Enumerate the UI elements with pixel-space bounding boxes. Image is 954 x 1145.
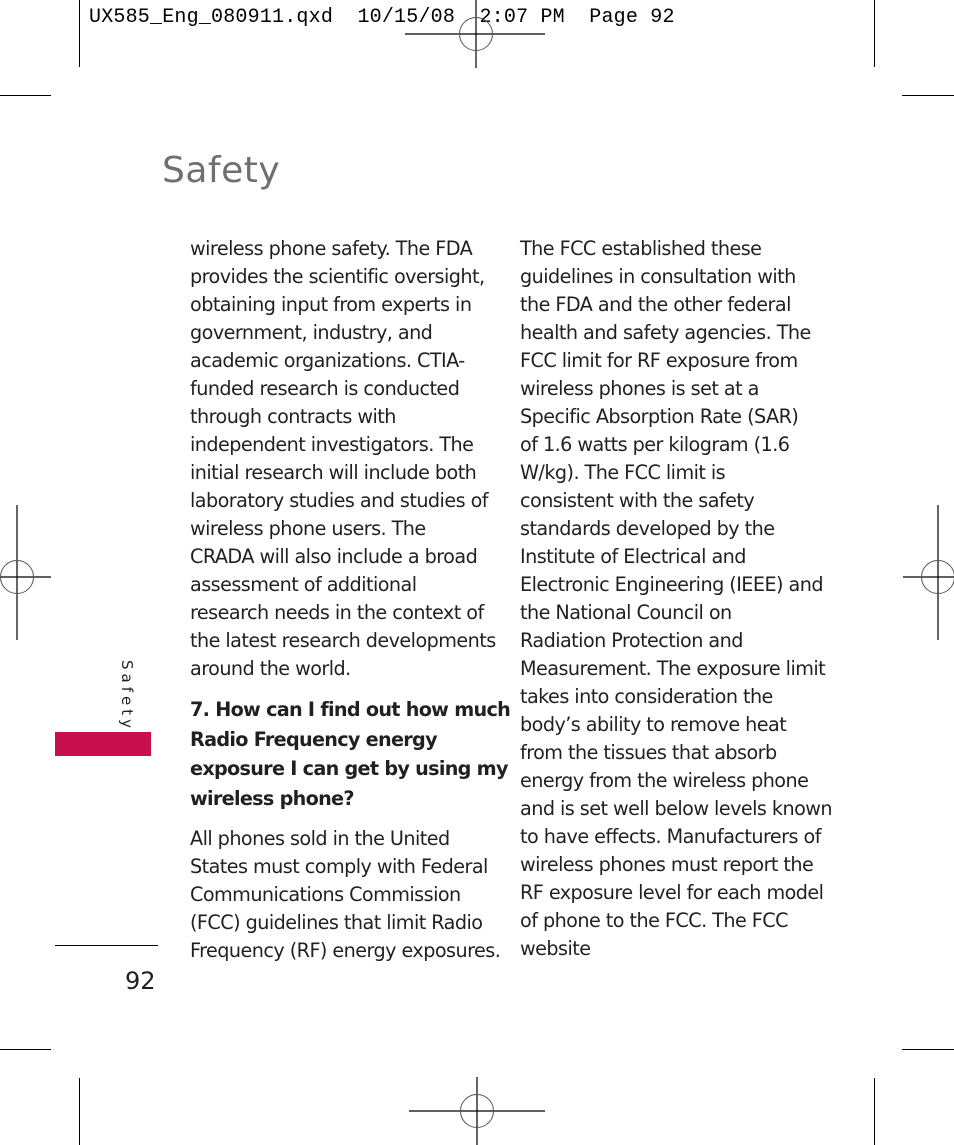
question-heading: 7. How can I find out how much Radio Fre…: [190, 695, 511, 813]
text-line: body’s ability to remove heat: [520, 713, 787, 736]
text-line: All phones sold in the United: [190, 827, 450, 850]
registration-mark-right-icon: [903, 505, 954, 640]
text-line: Radiation Protection and: [520, 629, 743, 652]
text-line: energy from the wireless phone: [520, 769, 809, 792]
page-title: Safety: [162, 150, 281, 191]
text-line: through contracts with: [190, 405, 396, 428]
question-line: Radio Frequency energy: [190, 727, 438, 751]
crop-mark-top-right-vertical: [874, 0, 875, 67]
text-line: assessment of additional: [190, 573, 417, 596]
text-line: the latest research developments: [190, 629, 496, 652]
text-line: of phone to the FCC. The FCC: [520, 909, 788, 932]
text-line: Specific Absorption Rate (SAR): [520, 405, 799, 428]
manual-page: UX585_Eng_080911.qxd 10/15/08 2:07 PM Pa…: [0, 0, 954, 1145]
text-line: Electronic Engineering (IEEE) and: [520, 573, 824, 596]
text-line: academic organizations. CTIA-: [190, 349, 465, 372]
crop-mark-bottom-right-horizontal: [902, 1049, 954, 1050]
question-line: wireless phone?: [190, 786, 354, 810]
crop-mark-top-right-horizontal: [902, 95, 954, 96]
text-line: W/kg). The FCC limit is: [520, 461, 726, 484]
text-line: States must comply with Federal: [190, 855, 488, 878]
text-line: RF exposure level for each model: [520, 881, 824, 904]
text-line: wireless phone safety. The FDA: [190, 237, 473, 260]
crop-mark-top-left-vertical: [79, 0, 80, 67]
text-line: funded research is conducted: [190, 377, 460, 400]
text-line: wireless phone users. The: [190, 517, 426, 540]
print-slug: UX585_Eng_080911.qxd 10/15/08 2:07 PM Pa…: [89, 6, 675, 29]
text-line: the FDA and the other federal: [520, 293, 791, 316]
text-line: provides the scientific oversight,: [190, 265, 485, 288]
text-line: The FCC established these: [520, 237, 762, 260]
crop-mark-bottom-left-vertical: [79, 1078, 80, 1145]
text-line: research needs in the context of: [190, 601, 484, 624]
text-line: Communications Commission: [190, 883, 461, 906]
text-line: consistent with the safety: [520, 489, 755, 512]
crop-mark-top-left-horizontal: [0, 95, 51, 96]
text-line: the National Council on: [520, 601, 732, 624]
text-line: health and safety agencies. The: [520, 321, 811, 344]
text-line: wireless phones is set at a: [520, 377, 759, 400]
registration-mark-left-icon: [0, 505, 51, 640]
text-line: Institute of Electrical and: [520, 545, 746, 568]
question-line: exposure I can get by using my: [190, 757, 508, 780]
registration-mark-bottom-icon: [409, 1077, 545, 1145]
text-line: government, industry, and: [190, 321, 433, 344]
section-side-tab-label: Safety: [118, 660, 136, 732]
text-line: and is set well below levels known: [520, 797, 833, 820]
text-line: website: [520, 937, 591, 960]
text-line: initial research will include both: [190, 461, 477, 484]
paragraph-fcc-limit: The FCC established these guidelines in …: [520, 235, 833, 963]
crop-mark-bottom-right-vertical: [874, 1078, 875, 1145]
crop-mark-bottom-left-horizontal: [0, 1049, 51, 1050]
text-line: around the world.: [190, 657, 351, 680]
text-line: takes into consideration the: [520, 685, 773, 708]
paragraph-fcc-guidelines: All phones sold in the United States mus…: [190, 825, 501, 965]
text-line: independent investigators. The: [190, 433, 474, 456]
text-line: standards developed by the: [520, 517, 775, 540]
question-line: 7. How can I find out how much: [190, 698, 511, 721]
text-line: CRADA will also include a broad: [190, 545, 478, 568]
paragraph-cradA-research: wireless phone safety. The FDA provides …: [190, 235, 496, 683]
text-line: from the tissues that absorb: [520, 741, 777, 764]
text-line: Frequency (RF) energy exposures.: [190, 939, 501, 962]
text-column-left: wireless phone safety. The FDA provides …: [190, 235, 511, 965]
section-accent-bar: [55, 732, 151, 756]
registration-mark-top-icon: [405, 0, 545, 68]
footer-rule: [55, 945, 158, 946]
text-line: FCC limit for RF exposure from: [520, 349, 798, 372]
page-number: 92: [125, 967, 156, 995]
text-line: Measurement. The exposure limit: [520, 657, 826, 680]
text-line: wireless phones must report the: [520, 853, 814, 876]
text-line: (FCC) guidelines that limit Radio: [190, 911, 483, 934]
text-line: obtaining input from experts in: [190, 293, 472, 316]
text-line: of 1.6 watts per kilogram (1.6: [520, 433, 790, 456]
text-line: to have effects. Manufacturers of: [520, 825, 821, 848]
text-line: guidelines in consultation with: [520, 265, 796, 288]
text-column-right: The FCC established these guidelines in …: [520, 235, 833, 963]
text-line: laboratory studies and studies of: [190, 489, 489, 512]
